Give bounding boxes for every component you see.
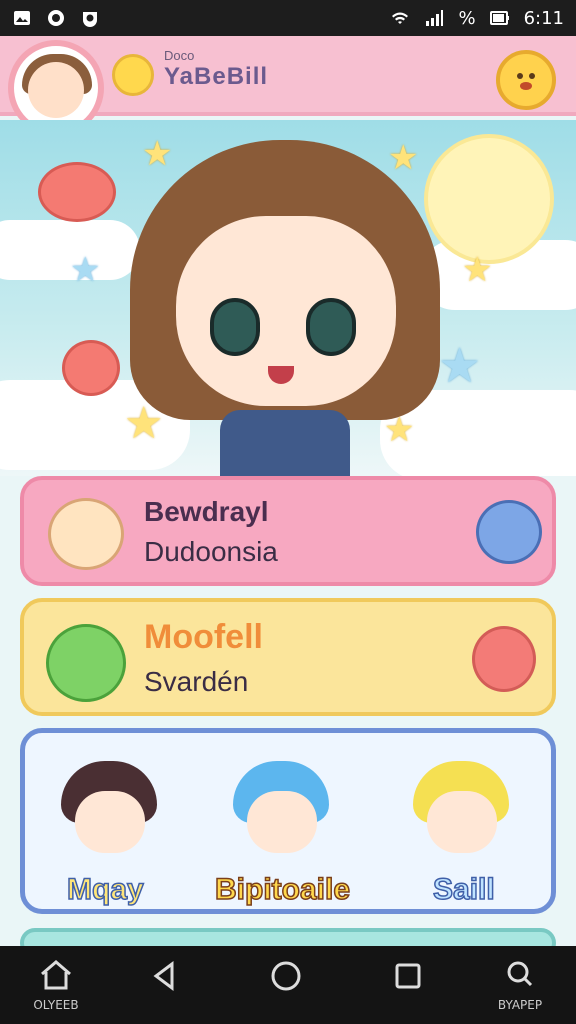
hero-scene: ★ ★ ★ ★ ★ ★ ★ <box>0 120 576 476</box>
search-icon <box>507 961 533 987</box>
wifi-icon <box>392 12 409 24</box>
blue-star-icon: ★ <box>70 250 101 290</box>
home-circle-icon <box>271 961 301 991</box>
character-mqay-avatar[interactable] <box>49 753 169 873</box>
home-icon <box>41 960 71 990</box>
nav-home-label: OLYEEB <box>33 998 79 1012</box>
battery-percent: % <box>458 7 476 29</box>
character-name: Mqay <box>66 872 144 907</box>
card-yellow[interactable]: Moofell Svardén <box>20 598 556 716</box>
speech-bubble-icon <box>62 340 120 396</box>
character-body <box>220 410 350 476</box>
card-title: Bewdrayl <box>144 496 269 527</box>
blob-happy-icon <box>48 498 124 570</box>
card-subtitle: Svardén <box>144 666 249 697</box>
star-icon: ★ <box>388 138 419 178</box>
character-eye <box>306 298 356 356</box>
recents-square-icon <box>395 963 421 989</box>
blue-star-icon: ★ <box>438 338 482 394</box>
signal-icon <box>426 10 444 26</box>
status-bar: % 6:11 <box>0 0 576 36</box>
nav-search-button[interactable]: BYAPEP <box>480 956 560 1016</box>
mascot-menu-button[interactable] <box>496 50 556 110</box>
circle-app-icon <box>48 10 64 26</box>
card-subtitle: Dudoonsia <box>144 536 278 567</box>
character-select-card: Mqay Bipitoaile Saill <box>20 728 556 914</box>
character-name: Saill <box>432 872 495 907</box>
nav-recents-button[interactable] <box>368 956 448 1016</box>
star-icon: ★ <box>142 134 173 174</box>
nav-home-button[interactable]: OLYEEB <box>16 956 96 1016</box>
header-title-block: Doco YaBeBill <box>164 48 268 91</box>
card-title: Moofell <box>144 618 263 656</box>
character-bipitoaile-avatar[interactable] <box>221 753 341 873</box>
back-triangle-icon <box>153 961 174 991</box>
nav-back-button[interactable] <box>124 956 204 1016</box>
smiley-icon <box>112 54 154 96</box>
blob-red-icon <box>472 626 536 692</box>
shield-app-icon <box>83 12 97 27</box>
mascot-face-icon <box>517 73 535 90</box>
blob-blue-icon <box>476 500 542 564</box>
header-subtitle: Doco <box>164 48 195 63</box>
character-saill-avatar[interactable] <box>401 753 521 873</box>
character-name: Bipitoaile <box>214 872 351 907</box>
card-pink[interactable]: Bewdrayl Dudoonsia <box>20 476 556 586</box>
battery-icon <box>489 11 509 25</box>
character-eye <box>210 298 260 356</box>
nav-search-label: BYAPEP <box>497 998 543 1012</box>
photo-icon <box>14 11 30 25</box>
star-icon: ★ <box>462 250 493 290</box>
header-title: YaBeBill <box>164 63 269 90</box>
clock: 6:11 <box>523 7 564 29</box>
sun-mascot <box>424 134 554 264</box>
blob-green-icon <box>46 624 126 702</box>
nav-home-circle-button[interactable] <box>246 956 326 1016</box>
navigation-bar: OLYEEB BYAPEP <box>0 946 576 1024</box>
speech-bubble-icon <box>38 162 116 222</box>
